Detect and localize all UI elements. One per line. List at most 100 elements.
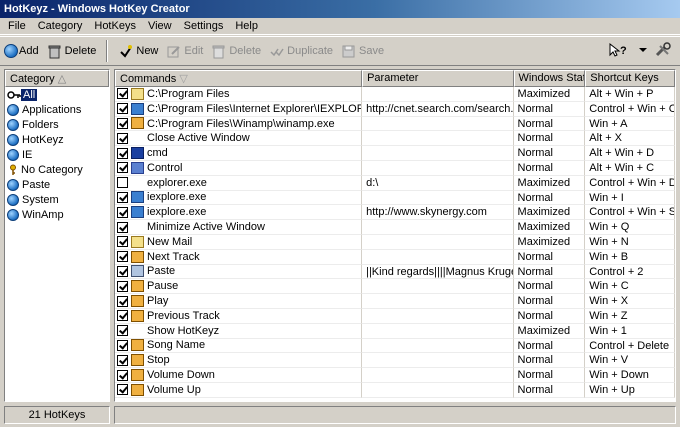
menu-help[interactable]: Help	[229, 18, 264, 34]
menu-hotkeys[interactable]: HotKeys	[88, 18, 142, 34]
table-row[interactable]: Play Normal Win + X	[115, 294, 675, 309]
menu-view[interactable]: View	[142, 18, 178, 34]
windows-state-cell: Normal	[513, 190, 586, 206]
table-row[interactable]: Close Active Window Normal Alt + X	[115, 131, 675, 147]
enabled-checkbox[interactable]	[117, 117, 128, 129]
save-button[interactable]: Save	[337, 40, 388, 62]
category-folders[interactable]: Folders	[5, 117, 109, 132]
window-title: HotKeyz - Windows HotKey Creator	[0, 0, 680, 18]
globe-icon	[7, 178, 19, 191]
enabled-checkbox[interactable]	[117, 236, 128, 248]
parameter-column-header[interactable]: Parameter	[362, 70, 514, 87]
edit-hotkey-button[interactable]: Edit	[162, 40, 207, 62]
table-row[interactable]: iexplore.exe Normal Win + I	[115, 190, 675, 206]
command-text: New Mail	[147, 235, 193, 248]
table-row[interactable]: C:\Program Files Maximized Alt + Win + P	[115, 87, 675, 102]
table-row[interactable]: Volume Up Normal Win + Up	[115, 382, 675, 398]
add-category-button[interactable]: Add	[0, 40, 43, 62]
category-column-header[interactable]: Category △	[5, 70, 109, 87]
enabled-checkbox[interactable]	[117, 354, 128, 366]
command-icon	[131, 221, 144, 234]
table-row[interactable]: Show HotKeyz Maximized Win + 1	[115, 323, 675, 339]
tools-icon[interactable]	[654, 42, 672, 58]
delete-category-button[interactable]: Delete	[43, 40, 101, 62]
new-hotkey-button[interactable]: New	[114, 40, 162, 62]
save-icon	[342, 45, 355, 57]
enabled-checkbox[interactable]	[117, 177, 128, 189]
category-paste[interactable]: Paste	[5, 177, 109, 192]
table-row[interactable]: Minimize Active Window Maximized Win + Q	[115, 220, 675, 235]
table-row[interactable]: C:\Program Files\Winamp\winamp.exe Normal…	[115, 116, 675, 132]
enabled-checkbox[interactable]	[117, 295, 128, 307]
svg-text:?: ?	[620, 45, 627, 57]
command-icon	[131, 117, 144, 130]
enabled-checkbox[interactable]	[117, 88, 128, 100]
enabled-checkbox[interactable]	[117, 265, 128, 277]
shortcut-keys-cell: Win + Down	[585, 368, 675, 383]
parameter-cell: ||Kind regards||||Magnus Kruger|...	[362, 264, 514, 280]
menu-category[interactable]: Category	[32, 18, 89, 34]
parameter-cell	[362, 234, 514, 250]
enabled-checkbox[interactable]	[117, 369, 128, 381]
delete-hotkey-button[interactable]: Delete	[207, 40, 265, 62]
table-row[interactable]: C:\Program Files\Internet Explorer\IEXPL…	[115, 101, 675, 117]
enabled-checkbox[interactable]	[117, 310, 128, 322]
enabled-checkbox[interactable]	[117, 132, 128, 144]
windows-state-cell: Maximized	[513, 323, 586, 339]
table-row[interactable]: cmd Normal Alt + Win + D	[115, 146, 675, 161]
category-winamp[interactable]: WinAmp	[5, 207, 109, 222]
enabled-checkbox[interactable]	[117, 280, 128, 292]
category-all[interactable]: All	[5, 87, 109, 102]
shortcut-keys-column-header[interactable]: Shortcut Keys	[585, 70, 675, 87]
hotkey-rows: C:\Program Files Maximized Alt + Win + P C:…	[115, 87, 675, 398]
windows-state-cell: Normal	[513, 279, 586, 295]
chevron-down-icon[interactable]	[638, 42, 648, 58]
shortcut-keys-cell: Win + Z	[585, 308, 675, 324]
table-row[interactable]: Pause Normal Win + C	[115, 279, 675, 295]
commands-column-header[interactable]: Commands ▽	[115, 70, 363, 87]
command-cell: cmd	[115, 146, 363, 161]
menu-file[interactable]: File	[2, 18, 32, 34]
command-icon	[131, 295, 144, 308]
command-cell: Song Name	[115, 338, 363, 354]
enabled-checkbox[interactable]	[117, 162, 128, 174]
duplicate-hotkey-button[interactable]: Duplicate	[265, 40, 337, 62]
table-row[interactable]: Paste ||Kind regards||||Magnus Kruger|...…	[115, 264, 675, 280]
enabled-checkbox[interactable]	[117, 384, 128, 396]
category-hotkeyz[interactable]: HotKeyz	[5, 132, 109, 147]
enabled-checkbox[interactable]	[117, 251, 128, 263]
table-row[interactable]: Control Normal Alt + Win + C	[115, 160, 675, 176]
shortcut-keys-cell: Win + Q	[585, 220, 675, 235]
key-icon	[10, 164, 16, 175]
windows-state-column-header[interactable]: Windows State	[513, 70, 586, 87]
command-cell: C:\Program Files	[115, 87, 363, 102]
table-row[interactable]: iexplore.exe http://www.skynergy.com Maxim…	[115, 205, 675, 221]
command-cell: C:\Program Files\Winamp\winamp.exe	[115, 116, 363, 132]
table-row[interactable]: Song Name Normal Control + Delete	[115, 338, 675, 354]
enabled-checkbox[interactable]	[117, 325, 128, 337]
enabled-checkbox[interactable]	[117, 103, 128, 115]
command-cell: Paste	[115, 264, 363, 280]
table-row[interactable]: explorer.exe d:\ Maximized Control + Win + …	[115, 175, 675, 191]
category-ie[interactable]: IE	[5, 147, 109, 162]
enabled-checkbox[interactable]	[117, 339, 128, 351]
enabled-checkbox[interactable]	[117, 221, 128, 233]
enabled-checkbox[interactable]	[117, 147, 128, 159]
parameter-cell	[362, 220, 514, 235]
menu-settings[interactable]: Settings	[178, 18, 230, 34]
table-row[interactable]: Previous Track Normal Win + Z	[115, 308, 675, 324]
help-pointer-icon[interactable]: ?	[608, 42, 632, 58]
category-header-row: Category △	[5, 70, 109, 87]
table-row[interactable]: Volume Down Normal Win + Down	[115, 368, 675, 383]
table-row[interactable]: Next Track Normal Win + B	[115, 249, 675, 265]
table-row[interactable]: Stop Normal Win + V	[115, 353, 675, 369]
enabled-checkbox[interactable]	[117, 206, 128, 218]
table-row[interactable]: New Mail Maximized Win + N	[115, 234, 675, 250]
command-icon	[131, 87, 144, 100]
shortcut-keys-cell: Control + Win + C	[585, 101, 675, 117]
category-system[interactable]: System	[5, 192, 109, 207]
category-applications[interactable]: Applications	[5, 102, 109, 117]
category-no-category[interactable]: No Category	[5, 162, 109, 177]
shortcut-keys-cell: Win + B	[585, 249, 675, 265]
enabled-checkbox[interactable]	[117, 191, 128, 203]
